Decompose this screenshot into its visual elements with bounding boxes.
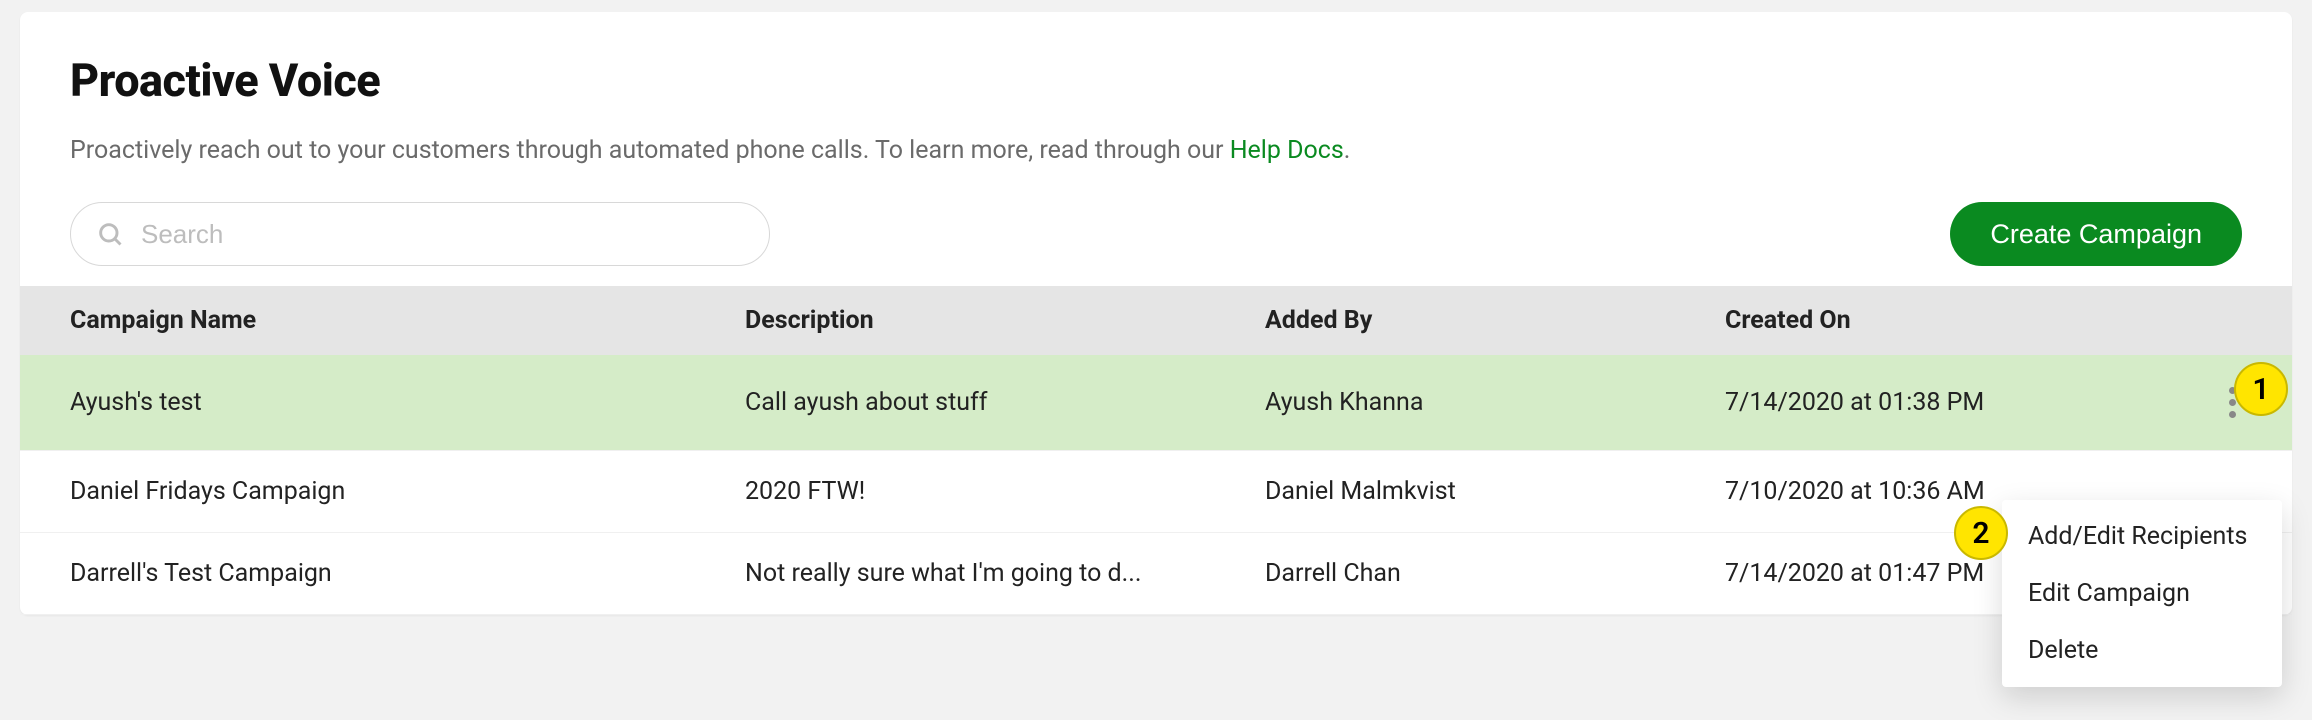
cell-added-by: Daniel Malmkvist	[1265, 477, 1725, 506]
table-row[interactable]: Ayush's test Call ayush about stuff Ayus…	[20, 355, 2292, 451]
cell-name: Darrell's Test Campaign	[70, 559, 745, 588]
col-created-on: Created On	[1725, 306, 2142, 335]
cell-added-by: Darrell Chan	[1265, 559, 1725, 588]
cell-description: Call ayush about stuff	[745, 388, 1265, 417]
create-campaign-button[interactable]: Create Campaign	[1950, 202, 2242, 266]
table-row[interactable]: Darrell's Test Campaign Not really sure …	[20, 533, 2292, 615]
col-added-by: Added By	[1265, 306, 1725, 335]
help-docs-link[interactable]: Help Docs	[1230, 136, 1344, 165]
menu-delete[interactable]: Delete	[2002, 622, 2282, 679]
cell-name: Daniel Fridays Campaign	[70, 477, 745, 506]
cell-description: Not really sure what I'm going to d...	[745, 559, 1265, 588]
actions-cell	[2142, 381, 2242, 424]
cell-created-on: 7/14/2020 at 01:38 PM	[1725, 388, 2142, 417]
page-title: Proactive Voice	[70, 54, 2242, 107]
table-header: Campaign Name Description Added By Creat…	[20, 286, 2292, 355]
subtitle-text-suffix: .	[1344, 136, 1351, 165]
search-input[interactable]	[70, 202, 770, 266]
row-actions-dropdown: Add/Edit Recipients Edit Campaign Delete	[2002, 500, 2282, 687]
cell-added-by: Ayush Khanna	[1265, 388, 1725, 417]
campaigns-card: Proactive Voice Proactively reach out to…	[20, 12, 2292, 615]
annotation-callout-1: 1	[2234, 362, 2288, 416]
header-area: Proactive Voice Proactively reach out to…	[20, 12, 2292, 286]
col-description: Description	[745, 306, 1265, 335]
search-icon	[96, 220, 124, 248]
subtitle-text-prefix: Proactively reach out to your customers …	[70, 136, 1230, 165]
cell-name: Ayush's test	[70, 388, 745, 417]
annotation-callout-2: 2	[1954, 506, 2008, 560]
cell-description: 2020 FTW!	[745, 477, 1265, 506]
page-subtitle: Proactively reach out to your customers …	[70, 133, 2242, 168]
controls-row: Create Campaign	[70, 202, 2242, 266]
table-row[interactable]: Daniel Fridays Campaign 2020 FTW! Daniel…	[20, 451, 2292, 533]
search-wrap	[70, 202, 770, 266]
menu-add-edit-recipients[interactable]: Add/Edit Recipients	[2002, 508, 2282, 565]
col-campaign-name: Campaign Name	[70, 306, 745, 335]
menu-edit-campaign[interactable]: Edit Campaign	[2002, 565, 2282, 622]
